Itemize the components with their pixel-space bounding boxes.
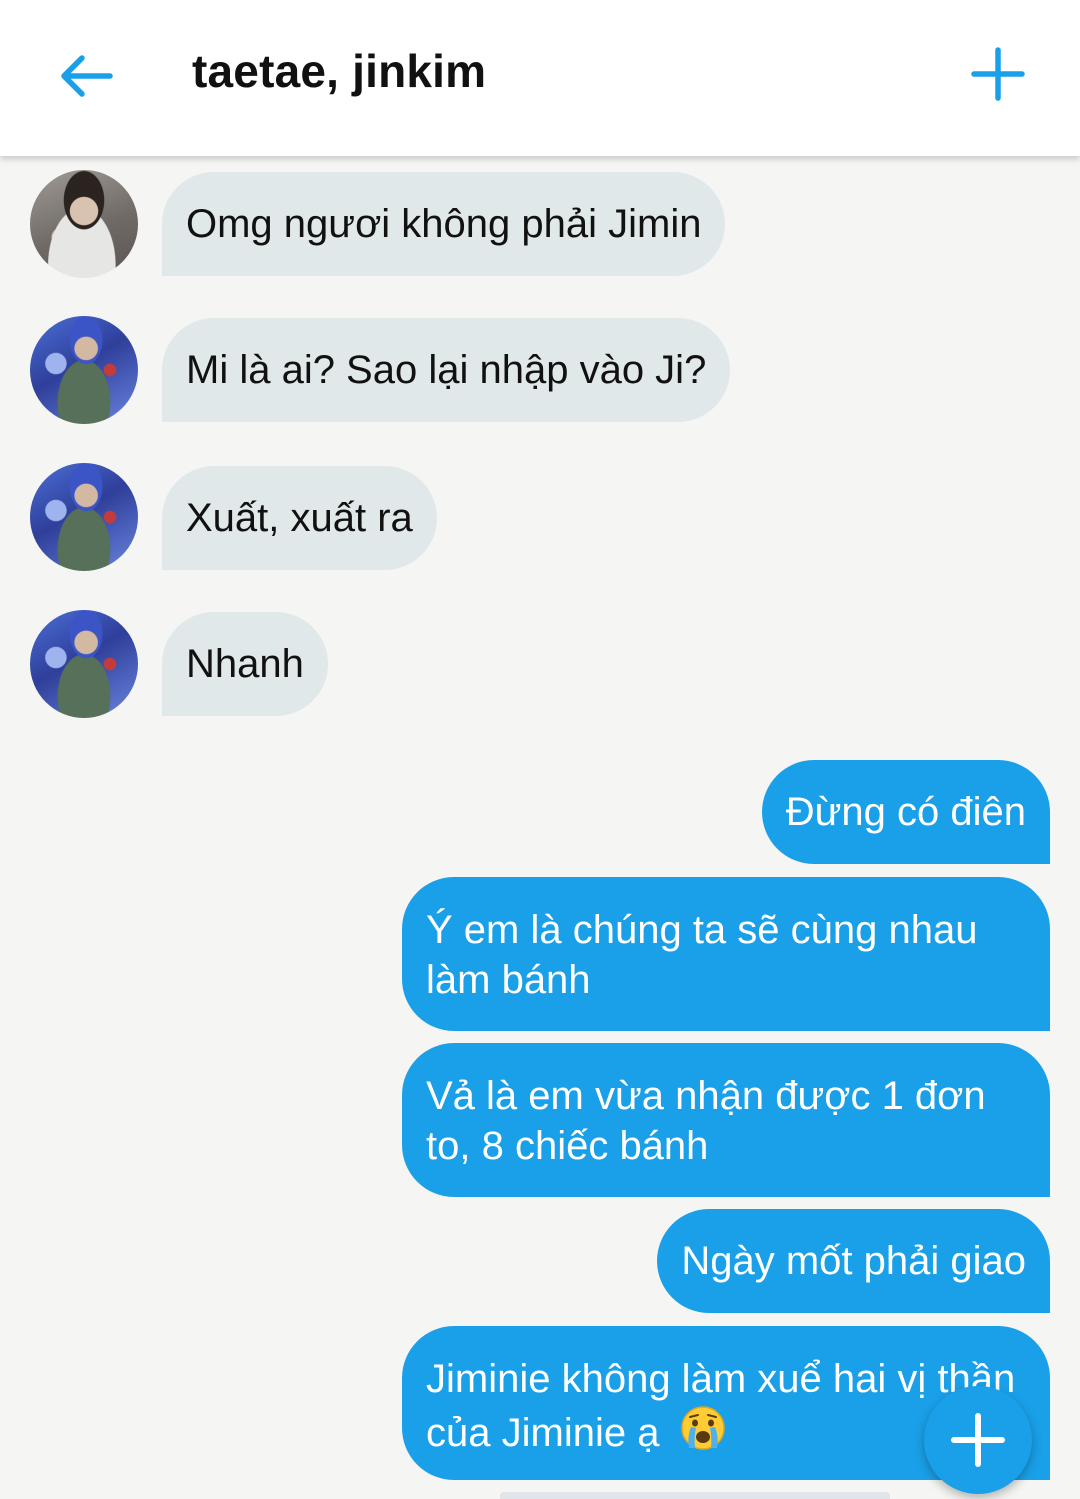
message-text: Ngày mốt phải giao <box>681 1239 1026 1283</box>
compose-fab-button[interactable] <box>924 1386 1032 1494</box>
plus-icon <box>951 1413 1005 1467</box>
message-bubble-incoming[interactable]: Nhanh <box>162 612 328 716</box>
message-bubble-outgoing[interactable]: Vả là em vừa nhận được 1 đơn to, 8 chiếc… <box>402 1043 1050 1197</box>
back-button[interactable] <box>46 36 126 116</box>
avatar[interactable] <box>30 316 138 424</box>
message-text: Mi là ai? Sao lại nhập vào Ji? <box>186 348 707 392</box>
message-text: Omg ngươi không phải Jimin <box>186 202 702 246</box>
message-bubble-outgoing[interactable]: Ý em là chúng ta sẽ cùng nhau làm bánh <box>402 877 1050 1031</box>
avatar[interactable] <box>30 170 138 278</box>
message-text: Vả là em vừa nhận được 1 đơn to, 8 chiếc… <box>426 1074 986 1168</box>
message-bubble-outgoing[interactable]: Đừng có điên <box>761 760 1050 864</box>
crying-face-icon <box>677 1404 729 1464</box>
message-text: Xuất, xuất ra <box>186 496 413 540</box>
message-text: Đừng có điên <box>785 790 1026 834</box>
conversation-title: taetae, jinkim <box>192 45 487 97</box>
avatar[interactable] <box>30 463 138 571</box>
plus-icon <box>971 47 1025 101</box>
conversation-header: taetae, jinkim <box>0 0 1080 156</box>
add-participant-button[interactable] <box>956 32 1040 116</box>
bottom-edge-bar <box>500 1492 890 1499</box>
message-bubble-incoming[interactable]: Omg ngươi không phải Jimin <box>162 172 726 276</box>
message-bubble-incoming[interactable]: Mi là ai? Sao lại nhập vào Ji? <box>162 318 731 422</box>
message-bubble-outgoing[interactable]: Ngày mốt phải giao <box>657 1209 1050 1313</box>
message-text: Nhanh <box>186 642 304 686</box>
message-text: Ý em là chúng ta sẽ cùng nhau làm bánh <box>426 908 978 1002</box>
avatar[interactable] <box>30 610 138 718</box>
message-bubble-incoming[interactable]: Xuất, xuất ra <box>162 466 437 570</box>
arrow-left-icon <box>61 55 113 97</box>
